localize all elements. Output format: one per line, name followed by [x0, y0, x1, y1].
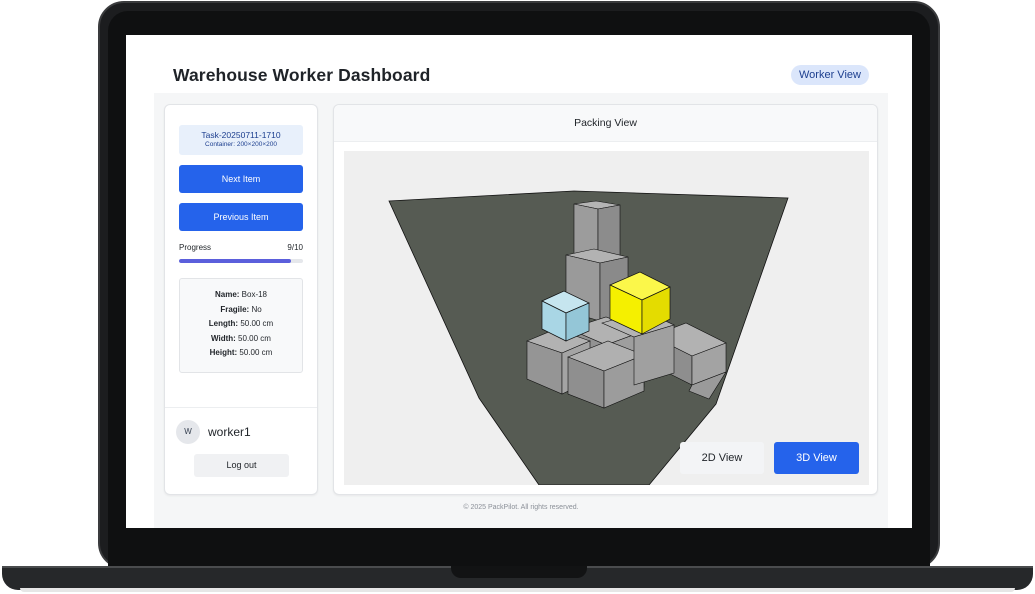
- task-card: Task-20250711-1710 Container: 200×200×20…: [179, 125, 303, 155]
- 3d-scene: [388, 190, 789, 485]
- task-container-size: Container: 200×200×200: [205, 141, 277, 148]
- next-item-button[interactable]: Next Item: [179, 165, 303, 193]
- packing-panel-title: Packing View: [334, 105, 877, 142]
- progress-bar-fill: [179, 259, 291, 263]
- app-container: Warehouse Worker Dashboard Worker View T…: [154, 35, 888, 528]
- item-width-row: Width: 50.00 cm: [180, 332, 302, 347]
- item-name-value: Box-18: [239, 290, 268, 299]
- previous-item-button[interactable]: Previous Item: [179, 203, 303, 231]
- laptop-foot: [20, 588, 1015, 592]
- 2d-view-button[interactable]: 2D View: [680, 442, 764, 474]
- item-height-label: Height:: [209, 348, 238, 357]
- username: worker1: [208, 425, 251, 439]
- item-length-value: 50.00 cm: [238, 319, 274, 328]
- sidebar: Task-20250711-1710 Container: 200×200×20…: [164, 104, 318, 495]
- item-details-card: Name: Box-18 Fragile: No Length: 50.00 c…: [179, 278, 303, 373]
- logout-button[interactable]: Log out: [194, 454, 289, 477]
- packing-panel: Packing View 2D View 3D View: [333, 104, 878, 495]
- item-width-value: 50.00 cm: [235, 333, 271, 343]
- progress-bar: [179, 259, 303, 263]
- item-width-label: Width:: [211, 333, 236, 343]
- item-length-row: Length: 50.00 cm: [180, 317, 302, 332]
- page-header: Warehouse Worker Dashboard Worker View: [154, 35, 888, 93]
- progress-count: 9/10: [287, 243, 303, 252]
- footer-copyright: © 2025 PackPilot. All rights reserved.: [463, 504, 579, 511]
- sidebar-divider: [165, 407, 317, 408]
- item-name-row: Name: Box-18: [180, 288, 302, 303]
- item-height-value: 50.00 cm: [237, 348, 273, 357]
- 3d-view-button[interactable]: 3D View: [774, 442, 859, 474]
- role-badge: Worker View: [791, 65, 869, 85]
- laptop-notch: [451, 566, 587, 578]
- item-fragile-label: Fragile:: [220, 304, 250, 314]
- progress-label: Progress: [179, 243, 212, 252]
- item-length-label: Length:: [208, 319, 239, 328]
- item-height-row: Height: 50.00 cm: [180, 346, 302, 361]
- task-id: Task-20250711-1710: [201, 130, 281, 140]
- page-title: Warehouse Worker Dashboard: [173, 65, 431, 85]
- 3d-viewer-canvas[interactable]: 2D View 3D View: [344, 151, 869, 485]
- item-name-label: Name:: [214, 290, 240, 299]
- screen: Warehouse Worker Dashboard Worker View T…: [126, 35, 912, 528]
- item-fragile-value: No: [249, 304, 262, 314]
- avatar: W: [176, 420, 200, 444]
- item-fragile-row: Fragile: No: [180, 303, 302, 318]
